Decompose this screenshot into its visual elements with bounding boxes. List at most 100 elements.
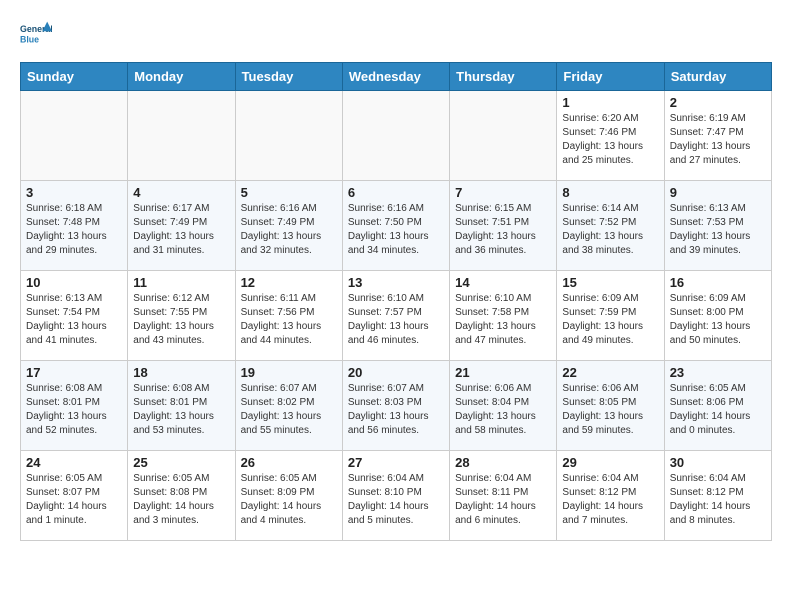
day-info: Sunrise: 6:04 AM Sunset: 8:10 PM Dayligh… — [348, 472, 444, 528]
day-number: 17 — [26, 365, 122, 380]
day-number: 24 — [26, 455, 122, 470]
calendar-cell: 13Sunrise: 6:10 AM Sunset: 7:57 PM Dayli… — [342, 271, 449, 361]
day-info: Sunrise: 6:08 AM Sunset: 8:01 PM Dayligh… — [26, 382, 122, 438]
calendar-cell: 15 Sunrise: 6:09 AM Sunset: 7:59 PM Dayli… — [557, 271, 664, 361]
calendar-cell: 26 Sunrise: 6:05 AM Sunset: 8:09 PM Dayli… — [235, 451, 342, 541]
day-info: Sunrise: 6:04 AM Sunset: 8:11 PM Dayligh… — [455, 472, 551, 528]
day-info: Sunrise: 6:14 AM Sunset: 7:52 PM Dayligh… — [562, 202, 658, 258]
weekday-header: Saturday — [664, 63, 771, 91]
calendar-cell: 22 Sunrise: 6:06 AM Sunset: 8:05 PM Dayli… — [557, 361, 664, 451]
calendar-week-row: 1 Sunrise: 6:20 AM Sunset: 7:46 PM Daylig… — [21, 91, 772, 181]
svg-text:Blue: Blue — [20, 34, 39, 44]
day-info: Sunrise: 6:05 AM Sunset: 8:08 PM Dayligh… — [133, 472, 229, 528]
calendar-cell — [235, 91, 342, 181]
day-number: 3 — [26, 185, 122, 200]
calendar-week-row: 3 Sunrise: 6:18 AM Sunset: 7:48 PM Daylig… — [21, 181, 772, 271]
calendar-cell: 2 Sunrise: 6:19 AM Sunset: 7:47 PM Daylig… — [664, 91, 771, 181]
calendar-cell: 11 Sunrise: 6:12 AM Sunset: 7:55 PM Dayli… — [128, 271, 235, 361]
calendar-cell: 21 Sunrise: 6:06 AM Sunset: 8:04 PM Dayli… — [450, 361, 557, 451]
logo: General Blue — [20, 20, 52, 52]
weekday-header: Thursday — [450, 63, 557, 91]
calendar-cell — [21, 91, 128, 181]
day-number: 22 — [562, 365, 658, 380]
calendar-cell: 30Sunrise: 6:04 AM Sunset: 8:12 PM Dayli… — [664, 451, 771, 541]
calendar-week-row: 24Sunrise: 6:05 AM Sunset: 8:07 PM Dayli… — [21, 451, 772, 541]
day-info: Sunrise: 6:19 AM Sunset: 7:47 PM Dayligh… — [670, 112, 766, 168]
calendar-cell: 24Sunrise: 6:05 AM Sunset: 8:07 PM Dayli… — [21, 451, 128, 541]
calendar-cell: 19 Sunrise: 6:07 AM Sunset: 8:02 PM Dayli… — [235, 361, 342, 451]
calendar-cell: 20Sunrise: 6:07 AM Sunset: 8:03 PM Dayli… — [342, 361, 449, 451]
day-info: Sunrise: 6:13 AM Sunset: 7:53 PM Dayligh… — [670, 202, 766, 258]
calendar-table: SundayMondayTuesdayWednesdayThursdayFrid… — [20, 62, 772, 541]
day-number: 26 — [241, 455, 337, 470]
day-number: 21 — [455, 365, 551, 380]
day-info: Sunrise: 6:16 AM Sunset: 7:49 PM Dayligh… — [241, 202, 337, 258]
day-info: Sunrise: 6:17 AM Sunset: 7:49 PM Dayligh… — [133, 202, 229, 258]
day-number: 7 — [455, 185, 551, 200]
day-number: 1 — [562, 95, 658, 110]
logo-icon: General Blue — [20, 20, 52, 52]
day-number: 28 — [455, 455, 551, 470]
day-info: Sunrise: 6:04 AM Sunset: 8:12 PM Dayligh… — [562, 472, 658, 528]
day-info: Sunrise: 6:05 AM Sunset: 8:06 PM Dayligh… — [670, 382, 766, 438]
day-number: 8 — [562, 185, 658, 200]
calendar-cell: 28 Sunrise: 6:04 AM Sunset: 8:11 PM Dayli… — [450, 451, 557, 541]
day-number: 9 — [670, 185, 766, 200]
day-number: 12 — [241, 275, 337, 290]
day-info: Sunrise: 6:06 AM Sunset: 8:05 PM Dayligh… — [562, 382, 658, 438]
calendar-cell: 7 Sunrise: 6:15 AM Sunset: 7:51 PM Daylig… — [450, 181, 557, 271]
day-number: 18 — [133, 365, 229, 380]
calendar-cell: 6Sunrise: 6:16 AM Sunset: 7:50 PM Daylig… — [342, 181, 449, 271]
day-info: Sunrise: 6:07 AM Sunset: 8:02 PM Dayligh… — [241, 382, 337, 438]
day-number: 10 — [26, 275, 122, 290]
day-number: 15 — [562, 275, 658, 290]
day-number: 25 — [133, 455, 229, 470]
calendar-cell: 4 Sunrise: 6:17 AM Sunset: 7:49 PM Daylig… — [128, 181, 235, 271]
calendar-cell — [128, 91, 235, 181]
calendar-week-row: 10Sunrise: 6:13 AM Sunset: 7:54 PM Dayli… — [21, 271, 772, 361]
weekday-header: Tuesday — [235, 63, 342, 91]
calendar-cell: 23 Sunrise: 6:05 AM Sunset: 8:06 PM Dayli… — [664, 361, 771, 451]
day-number: 14 — [455, 275, 551, 290]
day-info: Sunrise: 6:15 AM Sunset: 7:51 PM Dayligh… — [455, 202, 551, 258]
day-info: Sunrise: 6:06 AM Sunset: 8:04 PM Dayligh… — [455, 382, 551, 438]
day-number: 5 — [241, 185, 337, 200]
calendar-cell: 14 Sunrise: 6:10 AM Sunset: 7:58 PM Dayli… — [450, 271, 557, 361]
day-number: 4 — [133, 185, 229, 200]
weekday-header: Wednesday — [342, 63, 449, 91]
day-number: 16 — [670, 275, 766, 290]
calendar-cell: 25 Sunrise: 6:05 AM Sunset: 8:08 PM Dayli… — [128, 451, 235, 541]
calendar-cell: 3 Sunrise: 6:18 AM Sunset: 7:48 PM Daylig… — [21, 181, 128, 271]
calendar-cell: 1 Sunrise: 6:20 AM Sunset: 7:46 PM Daylig… — [557, 91, 664, 181]
day-info: Sunrise: 6:10 AM Sunset: 7:58 PM Dayligh… — [455, 292, 551, 348]
weekday-header: Friday — [557, 63, 664, 91]
day-info: Sunrise: 6:08 AM Sunset: 8:01 PM Dayligh… — [133, 382, 229, 438]
calendar-cell: 17 Sunrise: 6:08 AM Sunset: 8:01 PM Dayli… — [21, 361, 128, 451]
day-info: Sunrise: 6:09 AM Sunset: 7:59 PM Dayligh… — [562, 292, 658, 348]
day-info: Sunrise: 6:07 AM Sunset: 8:03 PM Dayligh… — [348, 382, 444, 438]
day-number: 19 — [241, 365, 337, 380]
day-info: Sunrise: 6:09 AM Sunset: 8:00 PM Dayligh… — [670, 292, 766, 348]
calendar-cell: 9 Sunrise: 6:13 AM Sunset: 7:53 PM Daylig… — [664, 181, 771, 271]
calendar-cell — [342, 91, 449, 181]
day-number: 13 — [348, 275, 444, 290]
calendar-cell: 8 Sunrise: 6:14 AM Sunset: 7:52 PM Daylig… — [557, 181, 664, 271]
day-number: 29 — [562, 455, 658, 470]
calendar-cell — [450, 91, 557, 181]
day-number: 30 — [670, 455, 766, 470]
day-info: Sunrise: 6:18 AM Sunset: 7:48 PM Dayligh… — [26, 202, 122, 258]
day-info: Sunrise: 6:20 AM Sunset: 7:46 PM Dayligh… — [562, 112, 658, 168]
calendar-cell: 29 Sunrise: 6:04 AM Sunset: 8:12 PM Dayli… — [557, 451, 664, 541]
calendar-cell: 10Sunrise: 6:13 AM Sunset: 7:54 PM Dayli… — [21, 271, 128, 361]
day-number: 23 — [670, 365, 766, 380]
day-info: Sunrise: 6:12 AM Sunset: 7:55 PM Dayligh… — [133, 292, 229, 348]
calendar-cell: 12Sunrise: 6:11 AM Sunset: 7:56 PM Dayli… — [235, 271, 342, 361]
weekday-header-row: SundayMondayTuesdayWednesdayThursdayFrid… — [21, 63, 772, 91]
day-number: 6 — [348, 185, 444, 200]
day-info: Sunrise: 6:05 AM Sunset: 8:09 PM Dayligh… — [241, 472, 337, 528]
day-number: 2 — [670, 95, 766, 110]
day-number: 11 — [133, 275, 229, 290]
page-header: General Blue — [20, 20, 772, 52]
calendar-week-row: 17 Sunrise: 6:08 AM Sunset: 8:01 PM Dayli… — [21, 361, 772, 451]
calendar-cell: 16 Sunrise: 6:09 AM Sunset: 8:00 PM Dayli… — [664, 271, 771, 361]
